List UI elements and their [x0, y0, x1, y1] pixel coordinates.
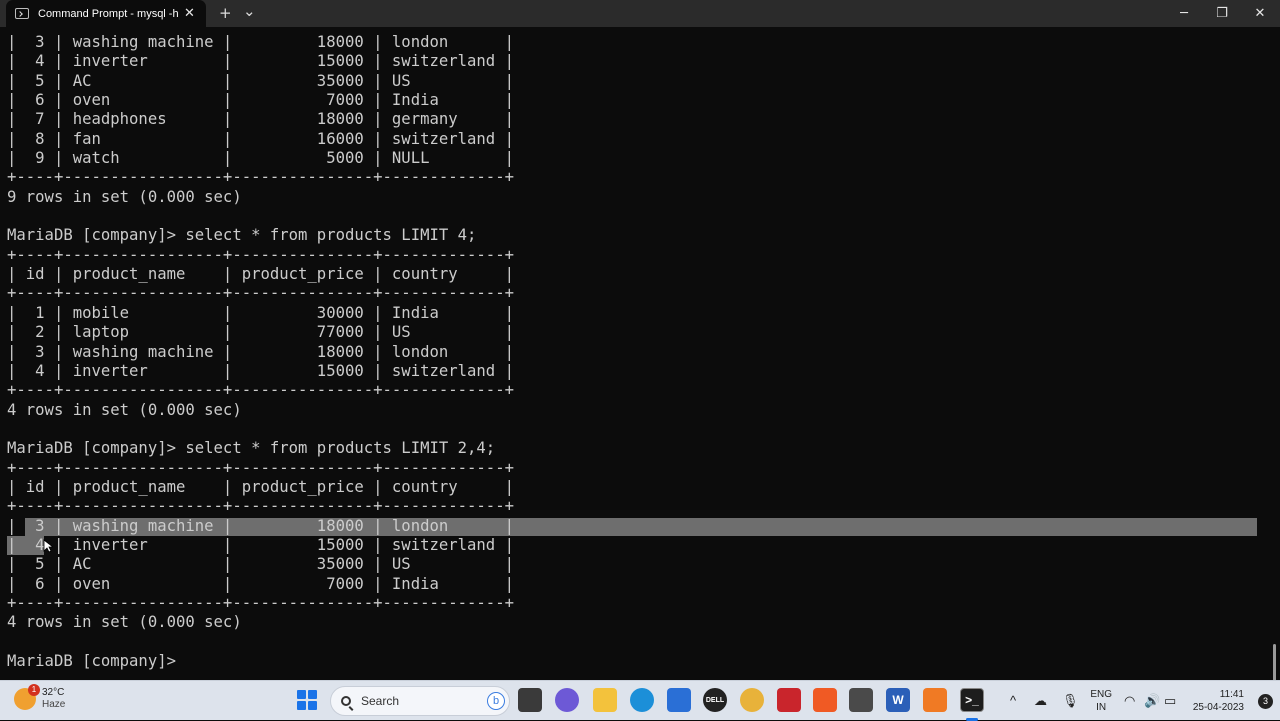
title-bar: Command Prompt - mysql -h ✕ + ⌄ ─ ❐ ✕ [0, 0, 1280, 27]
terminal-line: | id | product_name | product_price | co… [7, 477, 514, 496]
language-code: ENG [1090, 689, 1112, 700]
chrome-icon[interactable] [740, 688, 764, 712]
sublime-icon[interactable] [849, 688, 873, 712]
terminal-line: | 9 | watch | 5000 | NULL | [7, 149, 514, 168]
bing-icon[interactable]: b [487, 692, 505, 710]
weather-widget[interactable]: 1 32°C Haze [14, 684, 66, 711]
taskbar-search[interactable]: Search b [330, 686, 510, 716]
terminal-icon [15, 8, 29, 19]
terminal-line: 4 rows in set (0.000 sec) [7, 400, 242, 419]
clock-time: 11:41 [1219, 689, 1244, 700]
terminal-line: | 1 | mobile | 30000 | India | [7, 303, 514, 322]
terminal-line: | 3 | washing machine | 18000 | london | [7, 342, 514, 361]
clock[interactable]: 11:41 25-04-2023 [1193, 688, 1244, 714]
terminal-output[interactable]: | 3 | washing machine | 18000 | london |… [7, 33, 514, 671]
tray-chevron-icon[interactable]: ^ [1010, 693, 1016, 708]
chat-icon[interactable] [555, 688, 579, 712]
terminal-line: | 4 | inverter | 15000 | switzerland | [7, 361, 514, 380]
brave-icon[interactable] [813, 688, 837, 712]
terminal-line: | id | product_name | product_price | co… [7, 265, 514, 284]
battery-icon[interactable]: ▭ [1164, 693, 1176, 709]
terminal-line: | 5 | AC | 35000 | US | [7, 71, 514, 90]
terminal-icon[interactable]: >_ [960, 688, 984, 712]
search-icon [341, 696, 351, 706]
terminal-line: | 5 | AC | 35000 | US | [7, 555, 514, 574]
notification-badge[interactable]: 3 [1258, 694, 1273, 709]
word-icon[interactable]: W [886, 688, 910, 712]
microphone-icon[interactable]: 🎙 [1062, 693, 1079, 709]
maximize-button[interactable]: ❐ [1202, 0, 1242, 27]
terminal-line: | 8 | fan | 16000 | switzerland | [7, 129, 514, 148]
tab-dropdown-button[interactable]: ⌄ [243, 2, 256, 20]
weather-condition: Haze [42, 699, 66, 710]
language-region: IN [1096, 702, 1107, 713]
language-indicator[interactable]: ENG IN [1090, 688, 1112, 714]
terminal-line: 9 rows in set (0.000 sec) [7, 187, 242, 206]
mouse-cursor-icon [43, 539, 53, 553]
terminal-line: | 3 | washing machine | 18000 | london | [7, 516, 514, 535]
terminal-line: +----+-----------------+---------------+… [7, 593, 514, 612]
terminal-line: | 6 | oven | 7000 | India | [7, 91, 514, 110]
xampp-icon[interactable] [923, 688, 947, 712]
weather-badge: 1 [28, 684, 40, 696]
store-icon[interactable] [667, 688, 691, 712]
scrollbar-thumb[interactable] [1273, 644, 1276, 680]
tab-title: Command Prompt - mysql -h [38, 7, 178, 20]
volume-icon[interactable]: 🔊 [1144, 693, 1160, 709]
terminal-line: | 4 | inverter | 15000 | switzerland | [7, 535, 514, 554]
terminal-line: MariaDB [company]> select * from product… [7, 226, 477, 245]
terminal-line: 4 rows in set (0.000 sec) [7, 613, 242, 632]
close-button[interactable]: ✕ [1240, 0, 1280, 27]
minimize-button[interactable]: ─ [1164, 0, 1204, 27]
mcafee-icon[interactable] [777, 688, 801, 712]
tab-close-icon[interactable]: ✕ [184, 6, 195, 21]
weather-icon: 1 [14, 684, 40, 710]
taskbar: 1 32°C Haze Search b DELL W >_ ^ ☁ 🎙 ENG… [0, 680, 1280, 721]
terminal-line: | 2 | laptop | 77000 | US | [7, 323, 514, 342]
new-tab-button[interactable]: + [219, 4, 232, 22]
terminal-line: +----+-----------------+---------------+… [7, 168, 514, 187]
onedrive-icon[interactable]: ☁ [1034, 693, 1047, 709]
terminal-line: MariaDB [company]> [7, 652, 186, 670]
terminal-line: +----+-----------------+---------------+… [7, 458, 514, 477]
terminal-line: MariaDB [company]> select * from product… [7, 439, 496, 458]
wifi-icon[interactable]: ◠ [1124, 693, 1135, 709]
taskview-icon[interactable] [518, 688, 542, 712]
clock-date: 25-04-2023 [1192, 702, 1244, 713]
terminal-line: +----+-----------------+---------------+… [7, 381, 514, 400]
terminal-line: +----+-----------------+---------------+… [7, 245, 514, 264]
search-placeholder: Search [361, 694, 400, 708]
weather-temp: 32°C [42, 687, 65, 698]
terminal-line: +----+-----------------+---------------+… [7, 284, 514, 303]
folder-icon[interactable] [593, 688, 617, 712]
terminal-area[interactable]: | 3 | washing machine | 18000 | london |… [0, 27, 1280, 680]
edge-icon[interactable] [630, 688, 654, 712]
terminal-line: | 6 | oven | 7000 | India | [7, 574, 514, 593]
terminal-line: | 3 | washing machine | 18000 | london | [7, 33, 514, 51]
tab-command-prompt[interactable]: Command Prompt - mysql -h ✕ [6, 0, 206, 27]
start-button[interactable] [297, 690, 317, 710]
terminal-line: | 7 | headphones | 18000 | germany | [7, 110, 514, 129]
terminal-line: +----+-----------------+---------------+… [7, 497, 514, 516]
dell-icon[interactable]: DELL [703, 688, 727, 712]
terminal-line: | 4 | inverter | 15000 | switzerland | [7, 52, 514, 71]
